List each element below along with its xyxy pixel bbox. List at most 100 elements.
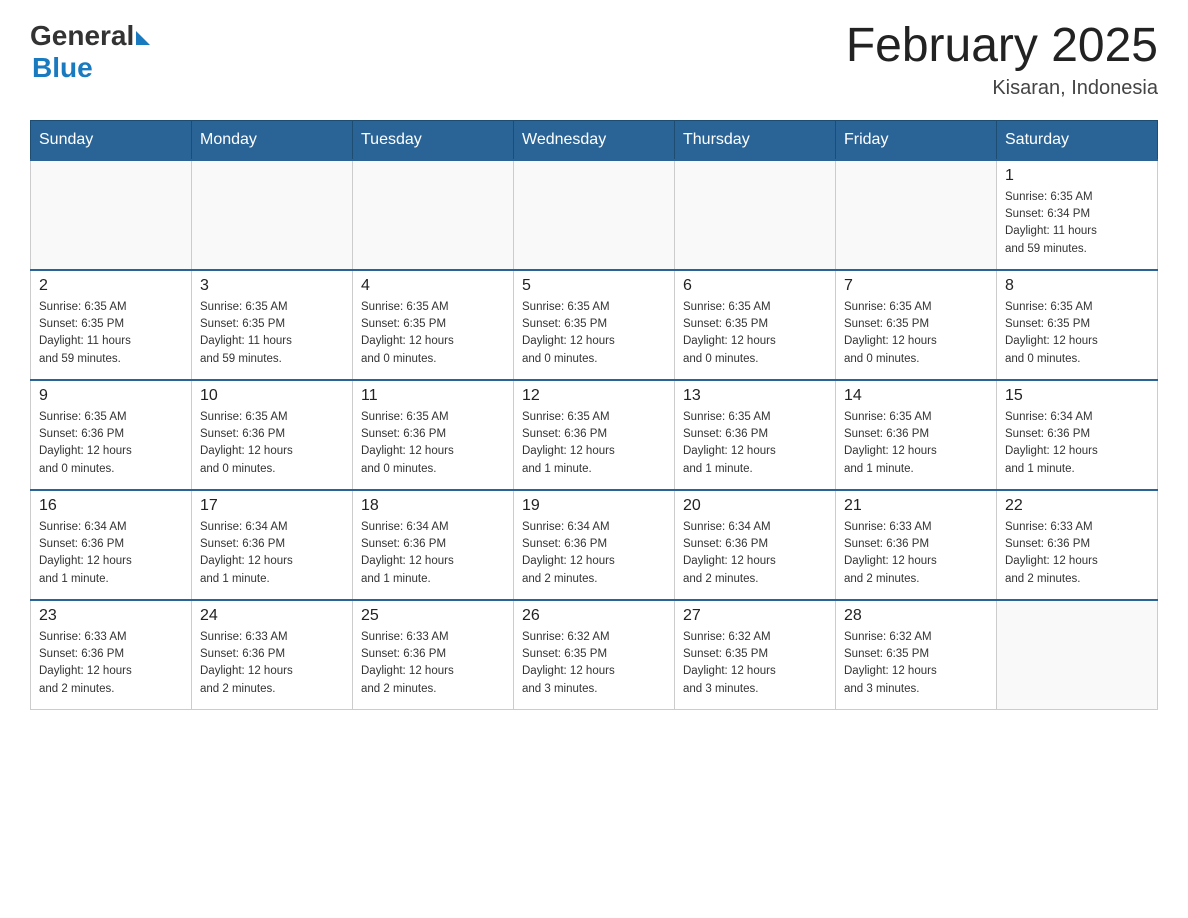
- day-number: 1: [1005, 167, 1149, 185]
- calendar-cell: 2Sunrise: 6:35 AM Sunset: 6:35 PM Daylig…: [31, 270, 192, 380]
- calendar-cell: [353, 160, 514, 270]
- day-info: Sunrise: 6:33 AM Sunset: 6:36 PM Dayligh…: [1005, 519, 1149, 588]
- day-number: 14: [844, 387, 988, 405]
- day-info: Sunrise: 6:35 AM Sunset: 6:36 PM Dayligh…: [522, 409, 666, 478]
- day-info: Sunrise: 6:32 AM Sunset: 6:35 PM Dayligh…: [844, 629, 988, 698]
- calendar-week-row: 23 Sunrise: 6:33 AM Sunset: 6:36 PM Dayli…: [31, 600, 1158, 710]
- calendar-cell: 14 Sunrise: 6:35 AM Sunset: 6:36 PM Dayli…: [836, 380, 997, 490]
- logo: General Blue: [30, 20, 150, 84]
- day-info: Sunrise: 6:34 AM Sunset: 6:36 PM Dayligh…: [522, 519, 666, 588]
- calendar-cell: 21 Sunrise: 6:33 AM Sunset: 6:36 PM Dayli…: [836, 490, 997, 600]
- day-of-week-header: Thursday: [675, 120, 836, 160]
- day-number: 24: [200, 607, 344, 625]
- day-info: Sunrise: 6:35 AM Sunset: 6:35 PM Dayligh…: [200, 299, 344, 368]
- day-of-week-header: Friday: [836, 120, 997, 160]
- day-of-week-header: Monday: [192, 120, 353, 160]
- day-info: Sunrise: 6:33 AM Sunset: 6:36 PM Dayligh…: [39, 629, 183, 698]
- day-number: 28: [844, 607, 988, 625]
- day-number: 23: [39, 607, 183, 625]
- calendar-week-row: 1 Sunrise: 6:35 AM Sunset: 6:34 PM Daylig…: [31, 160, 1158, 270]
- logo-arrow-icon: [136, 31, 150, 45]
- calendar-cell: [836, 160, 997, 270]
- calendar-week-row: 16 Sunrise: 6:34 AM Sunset: 6:36 PM Dayli…: [31, 490, 1158, 600]
- day-number: 27: [683, 607, 827, 625]
- day-number: 5: [522, 277, 666, 295]
- calendar-cell: 8Sunrise: 6:35 AM Sunset: 6:35 PM Daylig…: [997, 270, 1158, 380]
- day-info: Sunrise: 6:35 AM Sunset: 6:36 PM Dayligh…: [844, 409, 988, 478]
- calendar-cell: 26 Sunrise: 6:32 AM Sunset: 6:35 PM Dayli…: [514, 600, 675, 710]
- day-number: 25: [361, 607, 505, 625]
- day-info: Sunrise: 6:34 AM Sunset: 6:36 PM Dayligh…: [200, 519, 344, 588]
- day-number: 13: [683, 387, 827, 405]
- day-info: Sunrise: 6:33 AM Sunset: 6:36 PM Dayligh…: [200, 629, 344, 698]
- calendar-cell: 22 Sunrise: 6:33 AM Sunset: 6:36 PM Dayli…: [997, 490, 1158, 600]
- day-number: 20: [683, 497, 827, 515]
- calendar-cell: [514, 160, 675, 270]
- calendar-cell: 13 Sunrise: 6:35 AM Sunset: 6:36 PM Dayli…: [675, 380, 836, 490]
- day-of-week-header: Wednesday: [514, 120, 675, 160]
- day-info: Sunrise: 6:32 AM Sunset: 6:35 PM Dayligh…: [683, 629, 827, 698]
- day-number: 19: [522, 497, 666, 515]
- day-info: Sunrise: 6:35 AM Sunset: 6:36 PM Dayligh…: [683, 409, 827, 478]
- calendar-week-row: 9Sunrise: 6:35 AM Sunset: 6:36 PM Daylig…: [31, 380, 1158, 490]
- calendar-cell: 10 Sunrise: 6:35 AM Sunset: 6:36 PM Dayli…: [192, 380, 353, 490]
- calendar-cell: [675, 160, 836, 270]
- day-number: 16: [39, 497, 183, 515]
- calendar-cell: 20 Sunrise: 6:34 AM Sunset: 6:36 PM Dayli…: [675, 490, 836, 600]
- calendar-cell: 11 Sunrise: 6:35 AM Sunset: 6:36 PM Dayli…: [353, 380, 514, 490]
- calendar-cell: 9Sunrise: 6:35 AM Sunset: 6:36 PM Daylig…: [31, 380, 192, 490]
- day-info: Sunrise: 6:35 AM Sunset: 6:36 PM Dayligh…: [361, 409, 505, 478]
- calendar-header-row: SundayMondayTuesdayWednesdayThursdayFrid…: [31, 120, 1158, 160]
- day-number: 26: [522, 607, 666, 625]
- day-info: Sunrise: 6:32 AM Sunset: 6:35 PM Dayligh…: [522, 629, 666, 698]
- calendar-cell: [192, 160, 353, 270]
- calendar-week-row: 2 Sunrise: 6:35 AM Sunset: 6:35 PM Daylig…: [31, 270, 1158, 380]
- day-info: Sunrise: 6:35 AM Sunset: 6:34 PM Dayligh…: [1005, 189, 1149, 258]
- calendar-cell: 23 Sunrise: 6:33 AM Sunset: 6:36 PM Dayli…: [31, 600, 192, 710]
- calendar-cell: 16Sunrise: 6:34 AM Sunset: 6:36 PM Dayli…: [31, 490, 192, 600]
- day-of-week-header: Tuesday: [353, 120, 514, 160]
- calendar-cell: 7Sunrise: 6:35 AM Sunset: 6:35 PM Daylig…: [836, 270, 997, 380]
- day-info: Sunrise: 6:33 AM Sunset: 6:36 PM Dayligh…: [844, 519, 988, 588]
- day-number: 11: [361, 387, 505, 405]
- location-subtitle: Kisaran, Indonesia: [846, 77, 1158, 100]
- day-number: 8: [1005, 277, 1149, 295]
- day-number: 10: [200, 387, 344, 405]
- day-of-week-header: Sunday: [31, 120, 192, 160]
- calendar-cell: 24 Sunrise: 6:33 AM Sunset: 6:36 PM Dayli…: [192, 600, 353, 710]
- day-of-week-header: Saturday: [997, 120, 1158, 160]
- calendar-cell: 27 Sunrise: 6:32 AM Sunset: 6:35 PM Dayli…: [675, 600, 836, 710]
- calendar-cell: 15 Sunrise: 6:34 AM Sunset: 6:36 PM Dayli…: [997, 380, 1158, 490]
- calendar-cell: [997, 600, 1158, 710]
- day-number: 4: [361, 277, 505, 295]
- calendar-cell: 25 Sunrise: 6:33 AM Sunset: 6:36 PM Dayli…: [353, 600, 514, 710]
- day-info: Sunrise: 6:34 AM Sunset: 6:36 PM Dayligh…: [1005, 409, 1149, 478]
- day-number: 12: [522, 387, 666, 405]
- calendar-cell: 1 Sunrise: 6:35 AM Sunset: 6:34 PM Daylig…: [997, 160, 1158, 270]
- day-info: Sunrise: 6:34 AM Sunset: 6:36 PM Dayligh…: [683, 519, 827, 588]
- calendar-cell: 18 Sunrise: 6:34 AM Sunset: 6:36 PM Dayli…: [353, 490, 514, 600]
- day-number: 3: [200, 277, 344, 295]
- calendar-cell: 4 Sunrise: 6:35 AM Sunset: 6:35 PM Daylig…: [353, 270, 514, 380]
- day-info: Sunrise: 6:34 AM Sunset: 6:36 PM Dayligh…: [361, 519, 505, 588]
- calendar-cell: 12 Sunrise: 6:35 AM Sunset: 6:36 PM Dayli…: [514, 380, 675, 490]
- calendar-cell: 3 Sunrise: 6:35 AM Sunset: 6:35 PM Daylig…: [192, 270, 353, 380]
- day-info: Sunrise: 6:35 AM Sunset: 6:36 PM Dayligh…: [200, 409, 344, 478]
- page-header: General Blue February 2025 Kisaran, Indo…: [30, 20, 1158, 100]
- day-number: 15: [1005, 387, 1149, 405]
- day-number: 21: [844, 497, 988, 515]
- calendar-table: SundayMondayTuesdayWednesdayThursdayFrid…: [30, 120, 1158, 711]
- day-number: 2: [39, 277, 183, 295]
- logo-blue-text: Blue: [32, 52, 93, 84]
- calendar-cell: 5Sunrise: 6:35 AM Sunset: 6:35 PM Daylig…: [514, 270, 675, 380]
- logo-general-text: General: [30, 20, 134, 52]
- calendar-cell: 6Sunrise: 6:35 AM Sunset: 6:35 PM Daylig…: [675, 270, 836, 380]
- day-number: 22: [1005, 497, 1149, 515]
- day-info: Sunrise: 6:33 AM Sunset: 6:36 PM Dayligh…: [361, 629, 505, 698]
- day-info: Sunrise: 6:35 AM Sunset: 6:35 PM Dayligh…: [683, 299, 827, 368]
- calendar-cell: 17 Sunrise: 6:34 AM Sunset: 6:36 PM Dayli…: [192, 490, 353, 600]
- day-number: 17: [200, 497, 344, 515]
- day-info: Sunrise: 6:35 AM Sunset: 6:35 PM Dayligh…: [361, 299, 505, 368]
- day-number: 18: [361, 497, 505, 515]
- day-info: Sunrise: 6:35 AM Sunset: 6:35 PM Dayligh…: [844, 299, 988, 368]
